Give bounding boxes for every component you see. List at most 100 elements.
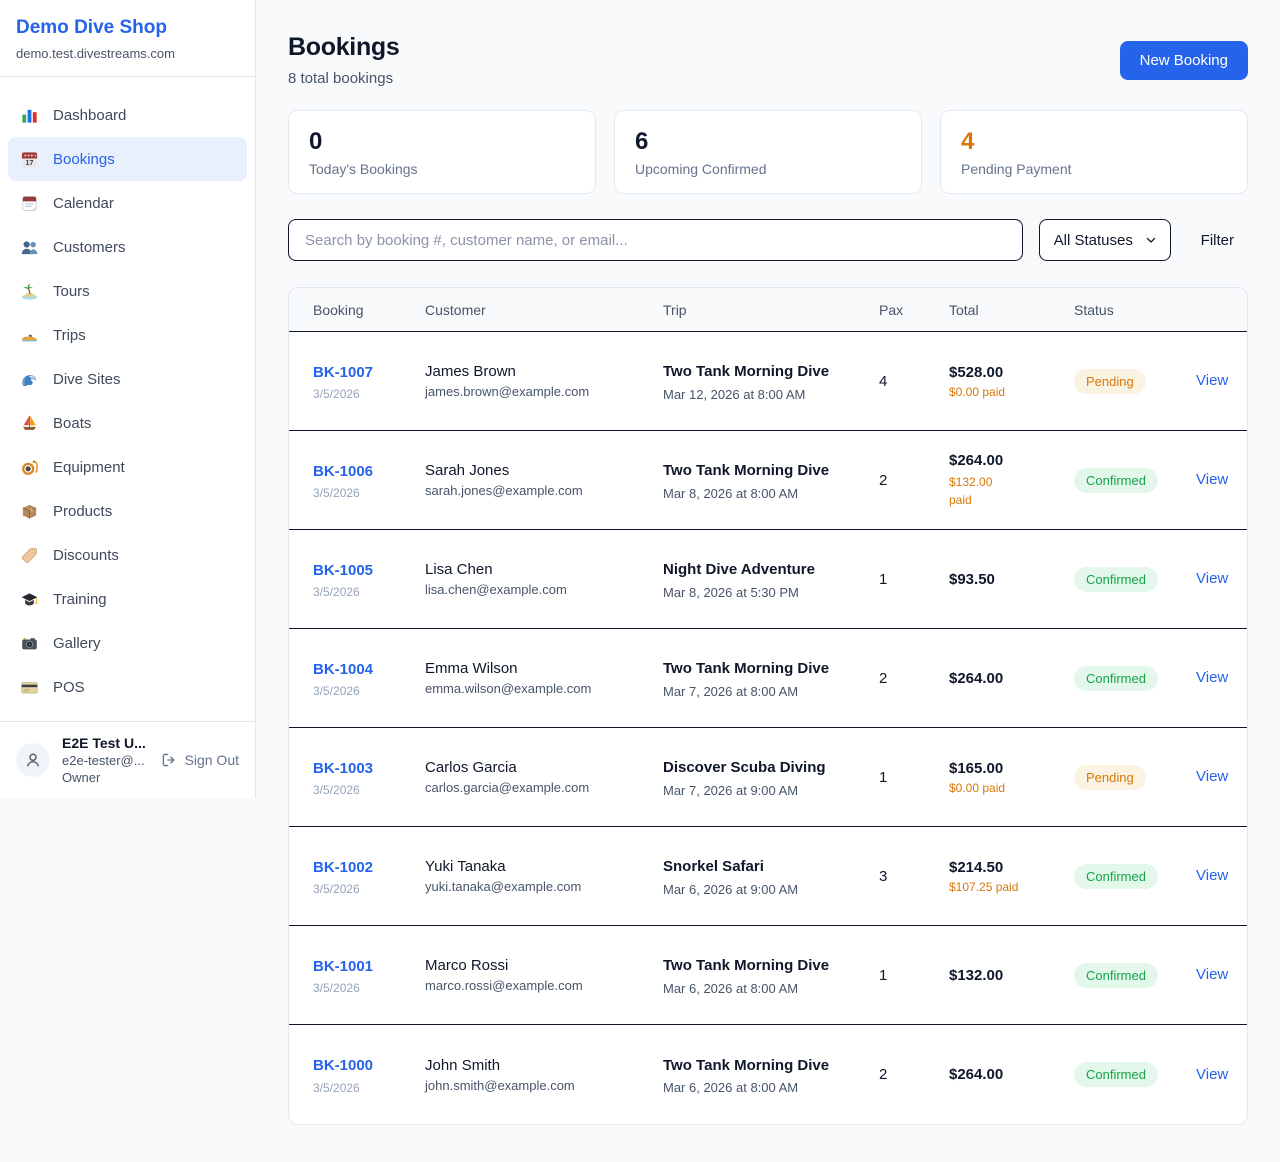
cell-trip: Two Tank Morning Dive Mar 6, 2026 at 8:0… [663, 1054, 879, 1095]
trip-name: Two Tank Morning Dive [663, 657, 838, 680]
trip-name: Snorkel Safari [663, 855, 838, 878]
sidebar-item-tours[interactable]: Tours [8, 269, 247, 313]
customer-name: James Brown [425, 363, 663, 380]
cell-trip: Two Tank Morning Dive Mar 8, 2026 at 8:0… [663, 459, 879, 500]
cell-pax: 1 [879, 769, 949, 786]
sidebar-item-customers[interactable]: Customers [8, 225, 247, 269]
sailboat-icon [20, 414, 39, 433]
booking-id-link[interactable]: BK-1006 [313, 460, 375, 483]
cell-trip: Night Dive Adventure Mar 8, 2026 at 5:30… [663, 558, 879, 599]
status-badge: Confirmed [1074, 567, 1158, 592]
view-link[interactable]: View [1196, 570, 1228, 587]
total-amount: $264.00 [949, 452, 1074, 469]
sidebar-item-label: POS [53, 679, 85, 696]
sidebar-item-dive-sites[interactable]: Dive Sites [8, 357, 247, 401]
sidebar-item-dashboard[interactable]: Dashboard [8, 93, 247, 137]
cell-trip: Discover Scuba Diving Mar 7, 2026 at 9:0… [663, 756, 879, 797]
cell-pax: 3 [879, 868, 949, 885]
view-link[interactable]: View [1196, 768, 1228, 785]
cell-booking: BK-1003 3/5/2026 [313, 757, 425, 797]
sidebar-item-discounts[interactable]: Discounts [8, 533, 247, 577]
view-link[interactable]: View [1196, 471, 1228, 488]
cell-booking: BK-1007 3/5/2026 [313, 361, 425, 401]
sidebar-item-bookings[interactable]: Bookings [8, 137, 247, 181]
view-link[interactable]: View [1196, 372, 1228, 389]
booking-id-link[interactable]: BK-1005 [313, 559, 375, 582]
customer-name: Emma Wilson [425, 660, 663, 677]
view-link[interactable]: View [1196, 966, 1228, 983]
customer-email: lisa.chen@example.com [425, 582, 663, 597]
filter-row: All Statuses Filter [288, 219, 1248, 261]
trip-time: Mar 6, 2026 at 8:00 AM [663, 981, 879, 996]
status-select[interactable]: All Statuses [1039, 219, 1171, 261]
person-icon [23, 750, 43, 770]
total-amount: $93.50 [949, 571, 1074, 588]
sidebar-item-gallery[interactable]: Gallery [8, 621, 247, 665]
booking-id-link[interactable]: BK-1007 [313, 361, 425, 384]
stat-label: Today's Bookings [309, 161, 575, 177]
booking-id-link[interactable]: BK-1003 [313, 757, 375, 780]
sidebar-item-label: Equipment [53, 459, 125, 476]
table-row: BK-1007 3/5/2026 James Brown james.brown… [289, 332, 1247, 431]
search-input[interactable] [288, 219, 1023, 261]
calendar-icon [20, 194, 39, 213]
user-meta: E2E Test U... e2e-tester@... Owner [62, 735, 146, 785]
booking-id-link[interactable]: BK-1001 [313, 955, 425, 978]
view-link[interactable]: View [1196, 669, 1228, 686]
cell-trip: Snorkel Safari Mar 6, 2026 at 9:00 AM [663, 855, 879, 896]
trip-name: Two Tank Morning Dive [663, 1054, 838, 1077]
booking-id-link[interactable]: BK-1002 [313, 856, 375, 879]
total-amount: $165.00 [949, 760, 1074, 777]
stat-value: 0 [309, 128, 575, 156]
shop-title[interactable]: Demo Dive Shop [16, 17, 239, 39]
customer-email: yuki.tanaka@example.com [425, 879, 663, 894]
new-booking-button[interactable]: New Booking [1120, 41, 1248, 80]
paid-amount: $107.25 paid [949, 880, 1074, 894]
booking-id-link[interactable]: BK-1004 [313, 658, 375, 681]
booking-date: 3/5/2026 [313, 684, 425, 698]
user-email: e2e-tester@... [62, 753, 146, 768]
sidebar-item-training[interactable]: Training [8, 577, 247, 621]
view-link[interactable]: View [1196, 1066, 1228, 1083]
booking-date: 3/5/2026 [313, 783, 425, 797]
booking-date: 3/5/2026 [313, 1081, 425, 1095]
sidebar-item-calendar[interactable]: Calendar [8, 181, 247, 225]
sidebar-item-trips[interactable]: Trips [8, 313, 247, 357]
cell-booking: BK-1005 3/5/2026 [313, 559, 425, 599]
cell-status: Confirmed [1074, 1062, 1196, 1087]
cell-trip: Two Tank Morning Dive Mar 6, 2026 at 8:0… [663, 954, 879, 995]
cell-actions: View [1196, 669, 1247, 687]
status-select-wrap: All Statuses [1039, 219, 1171, 261]
cell-total: $165.00 $0.00 paid [949, 760, 1074, 795]
user-name: E2E Test U... [62, 735, 146, 751]
trip-name: Two Tank Morning Dive [663, 459, 838, 482]
sign-out-button[interactable]: Sign Out [160, 751, 239, 769]
sidebar-item-equipment[interactable]: Equipment [8, 445, 247, 489]
page-title-block: Bookings 8 total bookings [288, 33, 400, 87]
sidebar-item-label: Gallery [53, 635, 101, 652]
trip-time: Mar 7, 2026 at 8:00 AM [663, 684, 879, 699]
trip-time: Mar 7, 2026 at 9:00 AM [663, 783, 879, 798]
total-amount: $264.00 [949, 1066, 1074, 1083]
filter-button[interactable]: Filter [1187, 232, 1248, 249]
customer-email: sarah.jones@example.com [425, 483, 663, 498]
table-body: BK-1007 3/5/2026 James Brown james.brown… [289, 332, 1247, 1124]
cell-booking: BK-1001 3/5/2026 [313, 955, 425, 995]
wave-icon [20, 370, 39, 389]
cell-actions: View [1196, 471, 1247, 489]
sidebar-item-boats[interactable]: Boats [8, 401, 247, 445]
cell-total: $132.00 [949, 967, 1074, 984]
total-amount: $528.00 [949, 364, 1074, 381]
trip-name: Night Dive Adventure [663, 558, 838, 581]
customer-name: Yuki Tanaka [425, 858, 663, 875]
main-content: Bookings 8 total bookings New Booking 0 … [256, 0, 1280, 1155]
booking-id-link[interactable]: BK-1000 [313, 1054, 375, 1077]
cell-status: Confirmed [1074, 963, 1196, 988]
booking-date: 3/5/2026 [313, 882, 425, 896]
credit-card-icon [20, 678, 39, 697]
sidebar-item-products[interactable]: Products [8, 489, 247, 533]
sidebar-item-pos[interactable]: POS [8, 665, 247, 709]
view-link[interactable]: View [1196, 867, 1228, 884]
island-icon [20, 282, 39, 301]
sidebar-item-label: Bookings [53, 151, 115, 168]
